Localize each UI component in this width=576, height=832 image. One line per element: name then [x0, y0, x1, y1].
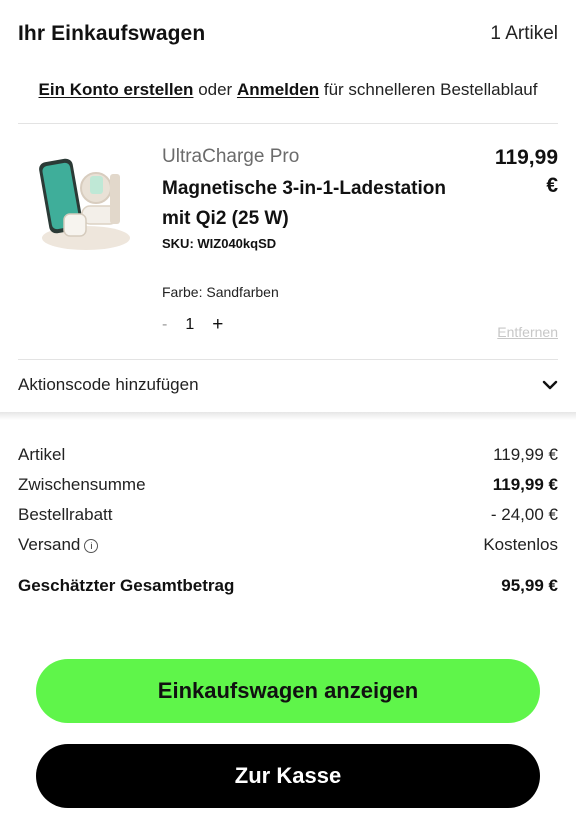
summary-row-subtotal: Zwischensumme 119,99 € [18, 470, 558, 500]
promo-code-label: Aktionscode hinzufügen [18, 375, 199, 394]
summary-label: Bestellrabatt [18, 505, 113, 524]
summary-row-discount: Bestellrabatt - 24,00 € [18, 500, 558, 530]
summary-value: Kostenlos [483, 535, 558, 554]
divider [18, 359, 558, 360]
product-name[interactable]: Magnetische 3-in-1-Ladestation mit Qi2 (… [162, 174, 472, 234]
summary-label: Artikel [18, 445, 66, 464]
item-price-currency: € [546, 174, 558, 197]
product-color: Farbe: Sandfarben [162, 284, 279, 300]
qty-value: 1 [185, 316, 195, 333]
summary-value: 119,99 € [492, 475, 558, 494]
summary-total: Geschätzter Gesamtbetrag 95,99 € [18, 576, 558, 596]
remove-item-link[interactable]: Entfernen [497, 324, 558, 340]
summary-label: Versand [18, 535, 81, 554]
summary-label: Zwischensumme [18, 475, 146, 494]
chevron-down-icon [542, 380, 558, 390]
summary-value: - 24,00 € [490, 505, 558, 524]
account-prompt: Ein Konto erstellen oder Anmelden für sc… [18, 80, 558, 100]
checkout-button[interactable]: Zur Kasse [36, 744, 540, 808]
summary-row-shipping: Versand i Kostenlos [18, 530, 558, 560]
promo-code-toggle[interactable]: Aktionscode hinzufügen [18, 366, 558, 404]
total-value: 95,99 € [501, 576, 558, 595]
create-account-link[interactable]: Ein Konto erstellen [39, 80, 194, 99]
total-label: Geschätzter Gesamtbetrag [18, 576, 235, 595]
cart-header: Ihr Einkaufswagen 1 Artikel [18, 18, 558, 50]
account-suffix-text: für schnelleren Bestellablauf [323, 80, 538, 99]
quantity-stepper: - 1 + [162, 314, 223, 336]
product-sku: SKU: WIZ040kqSD [162, 236, 277, 251]
summary-row-articles: Artikel 119,99 € [18, 440, 558, 470]
summary-label-shipping: Versand i [18, 535, 99, 555]
qty-increase-button[interactable]: + [212, 314, 223, 336]
login-link[interactable]: Anmelden [237, 80, 319, 99]
qty-decrease-button[interactable]: - [162, 316, 167, 334]
order-summary: Artikel 119,99 € Zwischensumme 119,99 € … [18, 440, 558, 596]
divider [18, 123, 558, 124]
item-count: 1 Artikel [490, 23, 558, 44]
item-price: 119,99 € [495, 144, 558, 200]
product-image[interactable] [24, 150, 136, 260]
product-brand: UltraCharge Pro [162, 146, 300, 167]
view-cart-button[interactable]: Einkaufswagen anzeigen [36, 659, 540, 723]
info-icon[interactable]: i [84, 539, 99, 553]
or-text: oder [198, 80, 233, 99]
cart-title: Ihr Einkaufswagen [18, 22, 206, 45]
item-price-amount: 119,99 [494, 146, 558, 169]
summary-value: 119,99 € [493, 445, 558, 464]
item-details: UltraCharge Pro Magnetische 3-in-1-Lades… [162, 146, 472, 251]
cart-item: UltraCharge Pro Magnetische 3-in-1-Lades… [18, 140, 558, 350]
section-shadow [0, 412, 576, 420]
